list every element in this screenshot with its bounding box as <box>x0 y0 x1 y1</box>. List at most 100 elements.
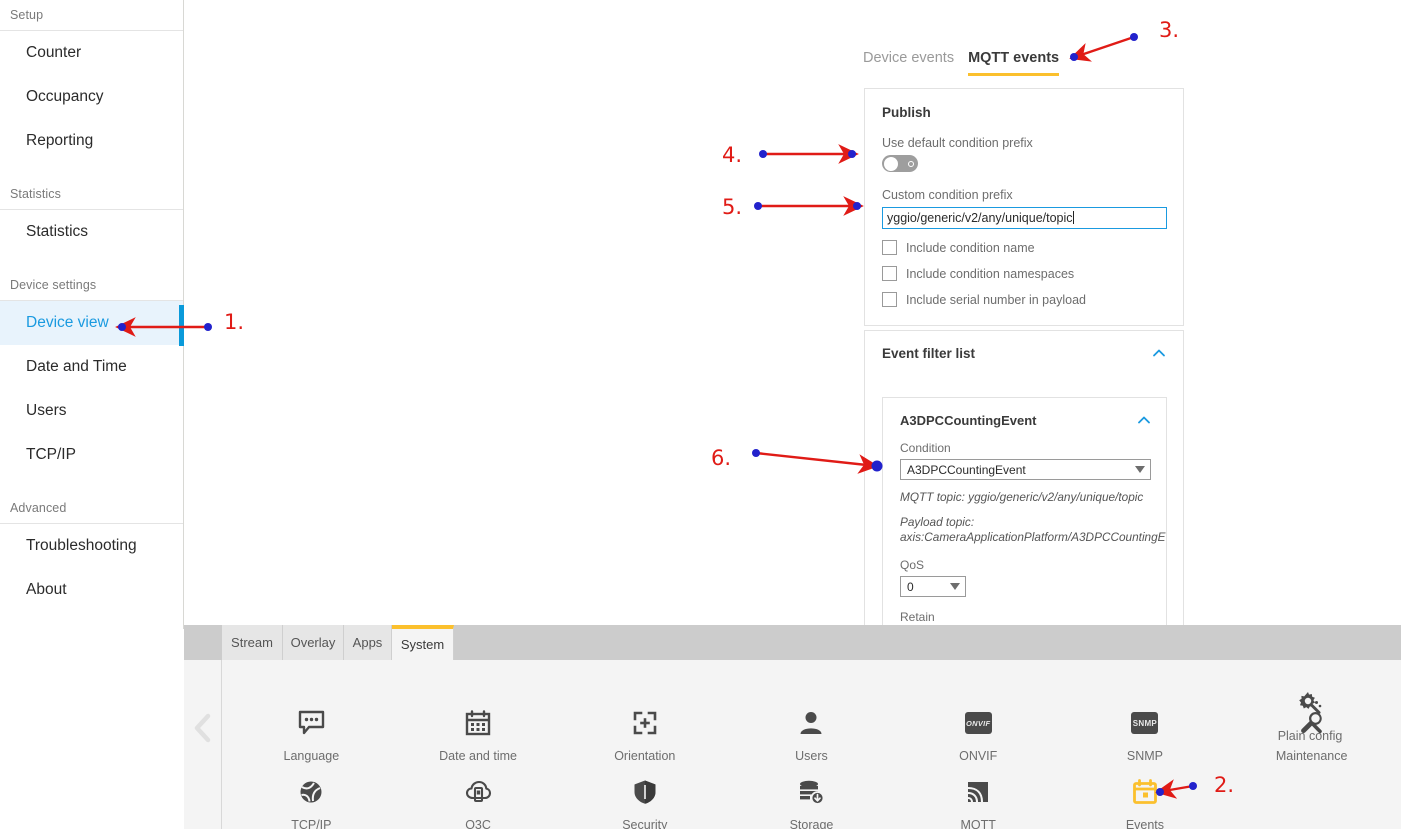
sidebar-item-date-and-time[interactable]: Date and Time <box>0 345 183 389</box>
annotation-number-3: 3. <box>1159 18 1180 42</box>
annotation-number-1: 1. <box>224 310 245 334</box>
qos-label: QoS <box>900 558 925 572</box>
qos-select[interactable]: 0 <box>900 576 966 597</box>
tile-label: Security <box>622 818 668 829</box>
mqtt-waves-icon <box>965 776 991 808</box>
sidebar-item-reporting[interactable]: Reporting <box>0 119 183 163</box>
sidebar-group-label-device-settings: Device settings <box>10 278 97 292</box>
retain-label: Retain <box>900 610 935 624</box>
cloud-device-icon <box>465 776 492 808</box>
use-default-condition-prefix-toggle[interactable] <box>882 155 918 172</box>
qos-select-value: 0 <box>907 579 914 594</box>
globe-network-icon <box>298 776 324 808</box>
annotation-number-2: 2. <box>1214 773 1235 797</box>
tile-label: MQTT <box>960 818 996 829</box>
chevron-up-icon[interactable] <box>1136 412 1152 428</box>
sidebar-item-device-view[interactable]: Device view <box>0 301 183 345</box>
checkbox-label: Include condition name <box>906 240 1035 255</box>
tile-tcpip[interactable]: TCP/IP <box>228 776 395 829</box>
sidebar-item-tcpip[interactable]: TCP/IP <box>0 433 183 477</box>
event-filter-list-title: Event filter list <box>882 345 976 361</box>
event-filter-list-header[interactable]: Event filter list <box>865 331 1183 361</box>
tile-label: Plain config <box>1277 729 1343 743</box>
tile-language[interactable]: Language <box>228 707 395 776</box>
tile-snmp[interactable]: SNMP SNMP <box>1062 707 1229 776</box>
custom-condition-prefix-value: yggio/generic/v2/any/unique/topic <box>887 211 1073 225</box>
payload-topic-note: Payload topic: axis:CameraApplicationPla… <box>900 515 1167 544</box>
tile-label: O3C <box>465 818 491 829</box>
sidebar: Setup Counter Occupancy Reporting Statis… <box>0 0 184 629</box>
tab-apps[interactable]: Apps <box>344 625 392 660</box>
event-filter-entry-header[interactable]: A3DPCCountingEvent <box>883 398 1166 428</box>
chevron-left-icon[interactable] <box>192 712 214 744</box>
onvif-badge-icon: ONVIF <box>964 707 992 739</box>
tile-o3c[interactable]: O3C <box>395 776 562 829</box>
tile-users[interactable]: Users <box>728 707 895 776</box>
tile-plain-config[interactable]: Plain config <box>1265 687 1355 743</box>
sidebar-item-counter[interactable]: Counter <box>0 31 183 75</box>
annotation-number-5: 5. <box>722 195 743 219</box>
chevron-down-icon <box>950 583 960 590</box>
tile-orientation[interactable]: Orientation <box>561 707 728 776</box>
condition-label: Condition <box>900 441 951 455</box>
sidebar-group-label-statistics: Statistics <box>10 187 62 201</box>
crop-frame-icon <box>632 707 658 739</box>
tile-events[interactable]: Events <box>1062 776 1229 829</box>
tile-label: Storage <box>789 818 834 829</box>
publish-card: Publish Use default condition prefix Cus… <box>864 88 1184 326</box>
calendar-event-icon <box>1132 776 1158 808</box>
annotation-number-6: 6. <box>711 446 732 470</box>
tile-label: Language <box>283 749 340 763</box>
tile-label: Maintenance <box>1275 749 1348 763</box>
tile-date-and-time[interactable]: Date and time <box>395 707 562 776</box>
person-icon <box>799 707 823 739</box>
tab-device-events[interactable]: Device events <box>863 50 954 76</box>
tile-label: Date and time <box>439 749 517 763</box>
speech-bubble-icon <box>298 707 325 739</box>
tile-mqtt[interactable]: MQTT <box>895 776 1062 829</box>
checkbox-label: Include serial number in payload <box>906 292 1086 307</box>
toggle-knob <box>883 156 898 171</box>
tab-overlay[interactable]: Overlay <box>283 625 344 660</box>
sidebar-item-about[interactable]: About <box>0 568 183 612</box>
annotation-number-4: 4. <box>722 143 743 167</box>
tile-security[interactable]: Security <box>561 776 728 829</box>
custom-condition-prefix-label: Custom condition prefix <box>882 188 1013 202</box>
sidebar-item-occupancy[interactable]: Occupancy <box>0 75 183 119</box>
tile-storage[interactable]: Storage <box>728 776 895 829</box>
checkbox-include-condition-namespaces[interactable] <box>882 266 897 281</box>
events-tabs: Device events MQTT events <box>863 50 1060 76</box>
tab-mqtt-events[interactable]: MQTT events <box>968 50 1060 76</box>
tile-label: Orientation <box>614 749 676 763</box>
tile-label: Users <box>795 749 828 763</box>
tab-system[interactable]: System <box>392 625 454 660</box>
text-caret <box>1072 211 1074 224</box>
checkbox-include-serial-number-in-payload[interactable] <box>882 292 897 307</box>
checkbox-label: Include condition namespaces <box>906 266 1075 281</box>
sidebar-group-label-setup: Setup <box>10 8 44 22</box>
condition-select[interactable]: A3DPCCountingEvent <box>900 459 1151 480</box>
toggle-off-dot-icon <box>908 160 914 167</box>
sidebar-scrollbar-thumb[interactable] <box>179 305 184 346</box>
tile-onvif[interactable]: ONVIF ONVIF <box>895 707 1062 776</box>
sidebar-item-statistics[interactable]: Statistics <box>0 210 183 254</box>
snmp-badge-icon: SNMP <box>1131 707 1159 739</box>
checkbox-row: Include condition name <box>882 240 1183 255</box>
bottom-bar: Stream Overlay Apps System Language Date… <box>184 625 1401 829</box>
panel-rail <box>184 660 222 829</box>
custom-condition-prefix-input[interactable]: yggio/generic/v2/any/unique/topic <box>882 207 1167 229</box>
tile-label: TCP/IP <box>291 818 332 829</box>
tab-stream[interactable]: Stream <box>222 625 283 660</box>
checkbox-row: Include serial number in payload <box>882 292 1183 307</box>
publish-title: Publish <box>882 105 931 120</box>
checkbox-include-condition-name[interactable] <box>882 240 897 255</box>
snmp-badge-text: SNMP <box>1131 712 1159 734</box>
sidebar-item-users[interactable]: Users <box>0 389 183 433</box>
checkbox-row: Include condition namespaces <box>882 266 1183 281</box>
mqtt-topic-note: MQTT topic: yggio/generic/v2/any/unique/… <box>900 490 1144 504</box>
condition-select-value: A3DPCCountingEvent <box>907 462 1026 477</box>
sidebar-item-troubleshooting[interactable]: Troubleshooting <box>0 524 183 568</box>
chevron-up-icon[interactable] <box>1151 345 1167 361</box>
